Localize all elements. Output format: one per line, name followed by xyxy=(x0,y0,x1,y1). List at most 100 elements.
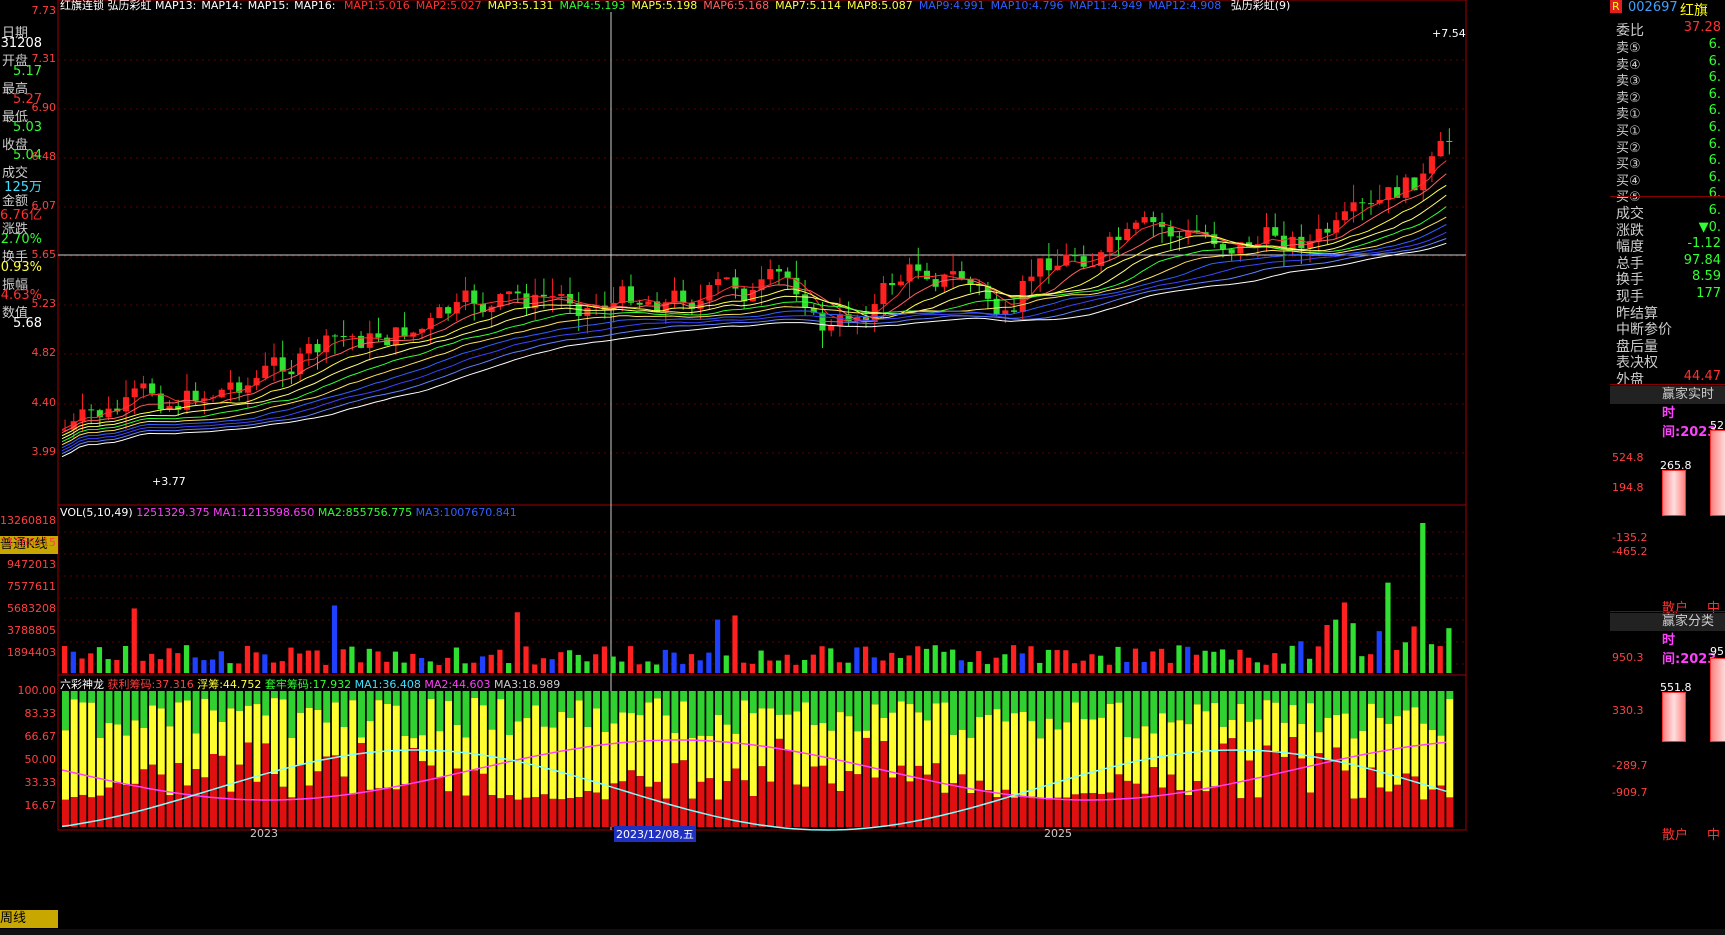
candle-body xyxy=(497,294,504,307)
indicator-bar-trap xyxy=(488,691,496,730)
candle-body xyxy=(288,371,295,375)
indicator-bar-float xyxy=(227,708,235,792)
indicator-bar-float xyxy=(906,704,914,782)
indicator-bar-float xyxy=(566,717,574,799)
indicator-bar-trap xyxy=(183,691,191,701)
ma-value: MAP4:5.193 xyxy=(559,0,626,12)
panel2-bar-value: 551.8 xyxy=(1660,681,1692,694)
indicator-bars xyxy=(62,691,1454,827)
indicator-bar-profit xyxy=(506,795,513,827)
indicator-bar-trap xyxy=(1141,691,1149,727)
indicator-bar-trap xyxy=(1376,691,1384,718)
period-tab-weekly[interactable]: 周线 xyxy=(0,910,58,928)
indicator-bar-profit xyxy=(1115,774,1123,827)
indicator-bar-profit xyxy=(488,795,496,827)
volume-bar xyxy=(1306,658,1313,673)
indicator-name[interactable]: 弘历彩虹 xyxy=(108,0,152,12)
indicator-bar-profit xyxy=(880,741,888,827)
status-bar xyxy=(0,929,1725,935)
candle-body xyxy=(636,302,643,305)
indicator-bar-profit xyxy=(575,797,583,827)
ma-value: MAP6:5.168 xyxy=(703,0,770,12)
candle-body xyxy=(1298,236,1305,249)
indicator-bar-float xyxy=(244,705,252,743)
indicator-bar-float xyxy=(1115,702,1123,775)
ma-line xyxy=(61,173,1447,434)
ma-value: MAP9:4.991 xyxy=(918,0,985,12)
indicator-bar-float xyxy=(506,734,513,796)
indicator-bar-float xyxy=(1315,732,1323,754)
panel2-tick: -909.7 xyxy=(1612,786,1648,799)
indicator-bar-float xyxy=(1411,707,1419,777)
panel2-tick: 330.3 xyxy=(1612,704,1644,717)
volume-bar xyxy=(871,657,877,673)
indicator-bar-profit xyxy=(1063,797,1071,827)
indicator-bar-trap xyxy=(654,691,661,699)
indicator-bar-trap xyxy=(1115,691,1123,703)
indicator-bar-trap xyxy=(262,691,270,716)
indicator-bar-profit xyxy=(775,738,783,827)
volume-bar xyxy=(1341,602,1348,673)
indicator-bar-trap xyxy=(314,691,322,710)
indicator-bar-float xyxy=(532,705,540,798)
candle-body xyxy=(828,325,835,331)
indicator-bar-float xyxy=(758,708,766,767)
indicator2-name: 六彩神龙 xyxy=(60,678,104,691)
candle-body xyxy=(1341,211,1348,221)
indicator-bar-profit xyxy=(122,785,130,827)
indicator-bar-float xyxy=(323,722,331,757)
indicator-bar-profit xyxy=(479,773,487,827)
indicator-bar-profit xyxy=(1054,797,1062,827)
candle-body xyxy=(1385,187,1392,200)
volume-bar xyxy=(1158,648,1165,673)
volume-bar xyxy=(714,619,721,673)
volume-bar xyxy=(192,657,198,673)
indicator-bar-trap xyxy=(784,691,792,715)
panel1-tick: 524.8 xyxy=(1612,451,1644,464)
indicator-bar-trap xyxy=(662,691,670,716)
indicator-bar-profit xyxy=(1002,789,1010,827)
volume-tick: 5683208 xyxy=(7,602,56,615)
indicator-bar-profit xyxy=(1324,760,1332,827)
indicator-bar-profit xyxy=(305,785,313,827)
volume-bar xyxy=(532,664,538,673)
price-tick: 5.23 xyxy=(31,297,57,310)
candle-body xyxy=(714,279,722,286)
indicator-bar-profit xyxy=(1089,792,1097,827)
indicator-bar-float xyxy=(706,735,714,779)
indicator-bar-trap xyxy=(767,691,775,709)
volume-bar xyxy=(915,646,921,673)
indicator-bar-trap xyxy=(70,691,78,700)
indicator-bar-profit xyxy=(915,765,923,827)
divider xyxy=(1610,384,1725,385)
indicator-bar-float xyxy=(836,712,844,792)
volume-bar xyxy=(122,646,129,673)
indicator-bar-trap xyxy=(175,691,183,703)
indicator-bar-float xyxy=(1045,718,1053,800)
volume-bar xyxy=(1098,655,1104,673)
volume-bar xyxy=(749,663,756,673)
x-axis-2025: 2025 xyxy=(1044,827,1072,840)
indicator-bar-profit xyxy=(358,742,365,827)
indicator-bar-float xyxy=(236,710,244,765)
indicator-bar-trap xyxy=(1167,691,1175,723)
indicator2-tick: 16.67 xyxy=(24,799,57,812)
volume-bar xyxy=(654,664,660,673)
indicator-bar-trap xyxy=(1219,691,1227,727)
indicator-bar-profit xyxy=(1341,770,1349,827)
volume-bar xyxy=(819,646,825,673)
panel2-tick: 950.3 xyxy=(1612,651,1644,664)
order-price: 6. xyxy=(1708,136,1721,152)
indicator-bar-float xyxy=(262,715,270,744)
indicator-bar-trap xyxy=(1280,691,1288,723)
indicator-bar-profit xyxy=(157,774,165,827)
volume-bar xyxy=(575,654,581,673)
indicator-bar-float xyxy=(1394,716,1402,785)
volume-bar xyxy=(619,661,625,673)
indicator-bar-float xyxy=(1446,698,1454,798)
chart-canvas[interactable] xyxy=(0,0,1610,930)
volume-tick: 11366415 xyxy=(0,536,56,549)
ma-value: MAP3:5.131 xyxy=(487,0,554,12)
indicator-bar-float xyxy=(1019,711,1027,797)
volume-tick: 13260818 xyxy=(0,514,56,527)
